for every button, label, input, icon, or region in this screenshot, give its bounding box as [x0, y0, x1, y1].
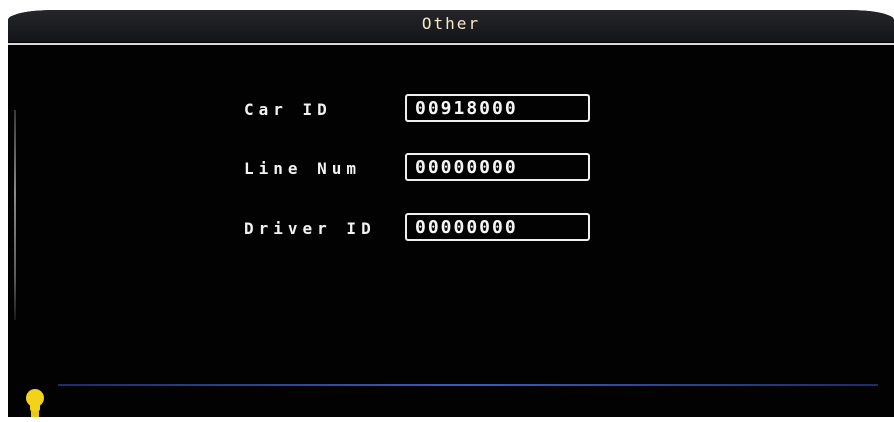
bottom-divider — [58, 384, 878, 386]
title-divider — [8, 43, 894, 45]
lightbulb-icon — [24, 386, 46, 417]
osd-screen: Other Car ID 00918000 Line Num 00000000 … — [8, 10, 894, 417]
car-id-label: Car ID — [244, 100, 332, 119]
line-num-field[interactable]: 00000000 — [405, 153, 590, 181]
driver-id-label: Driver ID — [244, 219, 376, 238]
line-num-label: Line Num — [244, 159, 362, 178]
title-bar: Other — [8, 10, 894, 42]
window-title: Other — [421, 14, 481, 33]
line-num-row: Line Num 00000000 — [8, 153, 894, 185]
car-id-field[interactable]: 00918000 — [405, 94, 590, 122]
car-id-row: Car ID 00918000 — [8, 94, 894, 126]
driver-id-row: Driver ID 00000000 — [8, 213, 894, 245]
driver-id-field[interactable]: 00000000 — [405, 213, 590, 241]
